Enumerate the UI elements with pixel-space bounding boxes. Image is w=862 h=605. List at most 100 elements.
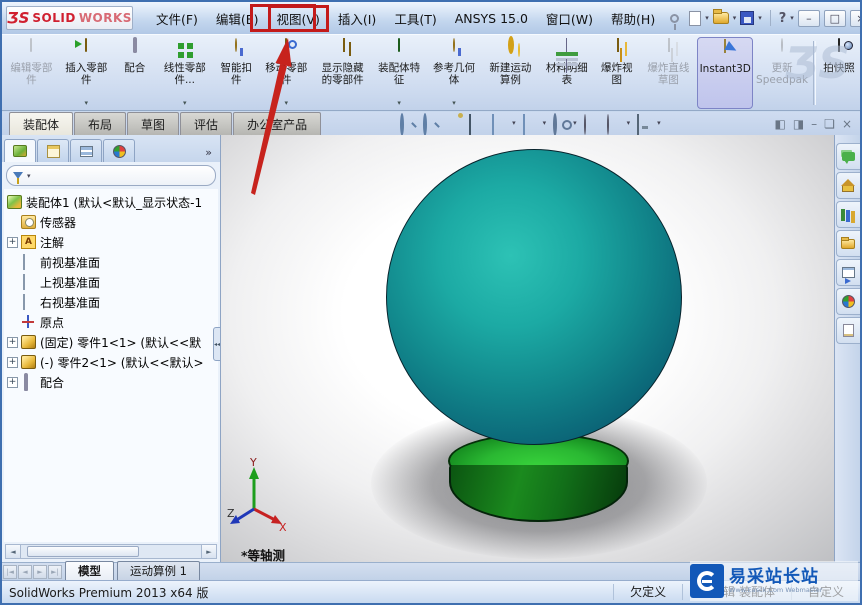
doc-minimize-icon[interactable]: – [811, 117, 817, 131]
apply-scene-dropdown[interactable]: ▾ [627, 119, 631, 127]
featuremanager-tab[interactable] [4, 139, 36, 162]
tab-sketch[interactable]: 草图 [127, 112, 180, 135]
zoom-to-area-icon[interactable] [423, 113, 439, 136]
section-view-icon[interactable] [469, 114, 485, 135]
display-style-icon[interactable] [522, 114, 539, 135]
doc-restore-icon[interactable]: ❏ [824, 117, 835, 131]
plane-icon [23, 294, 25, 310]
tree-item-sensors[interactable]: 传感器 [7, 212, 218, 232]
view-palette-tab[interactable] [835, 259, 860, 286]
instant3d-button[interactable]: Instant3D [697, 37, 754, 109]
edit-appearance-icon[interactable] [583, 114, 600, 135]
custom-properties-tab[interactable] [835, 317, 860, 344]
explode-line-sketch-button[interactable]: 爆炸直线草图 [639, 37, 697, 109]
tree-item-right-plane[interactable]: 右视基准面 [7, 292, 218, 312]
triad-z-label: Z [227, 507, 235, 520]
sphere-part[interactable] [386, 149, 682, 445]
nav-last-button[interactable]: ►| [48, 564, 62, 579]
doc-prev-window-icon[interactable]: ◧ [774, 117, 785, 131]
forum-tab[interactable] [835, 143, 860, 170]
view-settings-dropdown[interactable]: ▾ [657, 119, 661, 127]
tree-item-front-plane[interactable]: 前视基准面 [7, 252, 218, 272]
panel-expand-chevron[interactable]: » [199, 146, 218, 162]
save-icon[interactable] [740, 11, 755, 25]
design-library-tab[interactable] [835, 201, 860, 228]
menu-window[interactable]: 窗口(W) [537, 5, 602, 32]
hide-show-items-dropdown[interactable]: ▾ [573, 119, 577, 127]
watermark-title: 易采站长站 [729, 566, 819, 587]
new-document-dropdown[interactable]: ▾ [705, 14, 709, 22]
resources-tab[interactable] [835, 172, 860, 199]
menu-file[interactable]: 文件(F) [147, 5, 207, 32]
help-icon[interactable]: ? [779, 11, 787, 26]
scroll-right-arrow[interactable]: ► [201, 545, 216, 558]
open-dropdown[interactable]: ▾ [733, 14, 737, 22]
reference-geometry-button[interactable]: 参考几何体 ▾ [427, 37, 482, 109]
scroll-left-arrow[interactable]: ◄ [6, 545, 21, 558]
tree-item-assembly-root[interactable]: 装配体1 (默认<默认_显示状态-1 [7, 192, 218, 212]
view-settings-icon[interactable] [637, 114, 653, 135]
motion-study-tab[interactable]: 运动算例 1 [117, 561, 200, 582]
expand-toggle[interactable]: + [7, 376, 18, 388]
configurationmanager-tab[interactable] [70, 139, 102, 162]
tree-item-part2[interactable]: + (-) 零件2<1> (默认<<默认> [7, 352, 218, 372]
propertymanager-tab[interactable] [37, 139, 69, 162]
help-dropdown[interactable]: ▾ [790, 14, 794, 22]
nav-prev-button[interactable]: ◄ [18, 564, 32, 579]
tree-filter[interactable]: ▾ [6, 165, 216, 186]
hide-show-items-icon[interactable] [553, 113, 569, 136]
assembly-features-button[interactable]: 装配体特征 ▾ [372, 37, 427, 109]
pin-menu-icon[interactable] [670, 13, 680, 30]
tree-item-mates[interactable]: + 配合 [7, 372, 218, 392]
exploded-view-button[interactable]: 爆炸视图 [594, 37, 639, 109]
doc-close-icon[interactable]: × [842, 117, 852, 131]
show-hidden-components-button[interactable]: 显示隐藏的零部件 [314, 37, 372, 109]
panel-flyout-handle[interactable]: ◂◂ [213, 327, 221, 361]
model-tab[interactable]: 模型 [65, 561, 114, 582]
expand-toggle[interactable]: + [7, 356, 18, 368]
tree-horizontal-scrollbar[interactable]: ◄ ► [5, 544, 217, 559]
expand-toggle[interactable]: + [7, 336, 18, 348]
filter-dropdown[interactable]: ▾ [27, 172, 31, 180]
tab-layout[interactable]: 布局 [74, 112, 127, 135]
tree-item-top-plane[interactable]: 上视基准面 [7, 272, 218, 292]
tree-item-origin[interactable]: 原点 [7, 312, 218, 332]
save-dropdown[interactable]: ▾ [758, 14, 762, 22]
nav-first-button[interactable]: |◄ [3, 564, 17, 579]
graphics-viewport[interactable]: Y X Z *等轴测 [221, 135, 834, 562]
new-document-icon[interactable] [689, 10, 702, 26]
close-button[interactable]: × [849, 9, 860, 27]
menu-ansys[interactable]: ANSYS 15.0 [446, 7, 537, 30]
minimize-button[interactable]: – [797, 9, 820, 27]
previous-view-icon[interactable] [446, 115, 462, 131]
view-orientation-icon[interactable] [492, 114, 508, 135]
zoom-to-fit-icon[interactable] [400, 113, 416, 136]
restore-button[interactable]: □ [823, 9, 846, 27]
edit-component-button[interactable]: 编辑零部件 [4, 37, 59, 109]
tab-evaluate[interactable]: 评估 [180, 112, 233, 135]
view-orientation-label: *等轴测 [241, 548, 286, 562]
view-orientation-dropdown[interactable]: ▾ [512, 119, 516, 127]
tree-item-annotations[interactable]: + A 注解 [7, 232, 218, 252]
appearances-ball-icon [841, 295, 855, 308]
new-motion-study-button[interactable]: 新建运动算例 [481, 36, 539, 109]
file-explorer-tab[interactable] [835, 230, 860, 257]
displaymanager-tab[interactable] [103, 139, 135, 162]
expand-toggle[interactable]: + [7, 236, 18, 248]
linear-pattern-button[interactable]: 线性零部件... ▾ [156, 37, 214, 109]
mate-button[interactable]: 配合 [114, 37, 156, 109]
open-icon[interactable] [712, 9, 729, 24]
scrollbar-thumb[interactable] [27, 546, 139, 557]
menu-help[interactable]: 帮助(H) [602, 5, 664, 32]
tree-item-part1[interactable]: + (固定) 零件1<1> (默认<<默 [7, 332, 218, 352]
nav-next-button[interactable]: ► [33, 564, 47, 579]
apply-scene-icon[interactable] [606, 114, 623, 135]
bill-of-materials-button[interactable]: 材料明细表 [539, 37, 594, 109]
display-style-dropdown[interactable]: ▾ [543, 119, 547, 127]
doc-next-window-icon[interactable]: ◨ [793, 117, 804, 131]
menu-insert[interactable]: 插入(I) [329, 5, 385, 32]
appearances-tab[interactable] [835, 288, 860, 315]
tab-assembly[interactable]: 装配体 [9, 112, 74, 135]
menu-tools[interactable]: 工具(T) [385, 5, 445, 32]
insert-component-button[interactable]: 插入零部件 ▾ [59, 37, 114, 109]
